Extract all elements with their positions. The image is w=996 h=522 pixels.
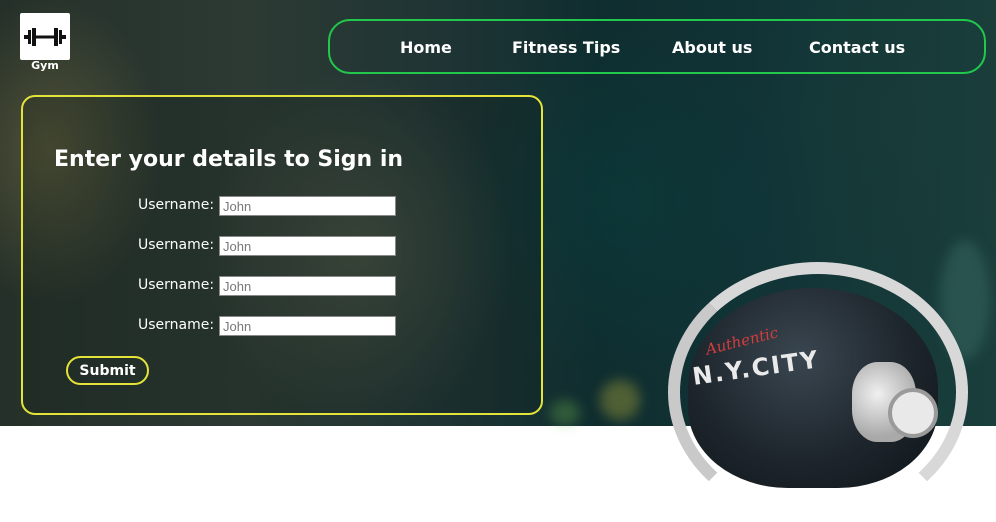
sign-in-form: Enter your details to Sign in Username: … [21,95,543,415]
username-label: Username: [138,277,215,293]
headphone-logo [888,388,938,438]
username-label: Username: [138,197,215,213]
bokeh-light [550,400,580,426]
username-input-4[interactable] [219,316,396,336]
nav-about-us[interactable]: About us [672,38,752,57]
nav-home[interactable]: Home [400,38,452,57]
logo[interactable] [20,13,70,60]
nav-fitness-tips[interactable]: Fitness Tips [512,38,620,57]
username-input-3[interactable] [219,276,396,296]
bokeh-light [600,380,640,420]
username-input-2[interactable] [219,236,396,256]
logo-label: Gym [31,59,59,72]
username-label: Username: [138,317,215,333]
main-navigation: Home Fitness Tips About us Contact us [328,19,986,74]
form-heading: Enter your details to Sign in [54,147,404,172]
dumbbell-icon [24,27,66,46]
submit-button[interactable]: Submit [66,356,149,385]
nav-contact-us[interactable]: Contact us [809,38,905,57]
username-label: Username: [138,237,215,253]
username-input-1[interactable] [219,196,396,216]
